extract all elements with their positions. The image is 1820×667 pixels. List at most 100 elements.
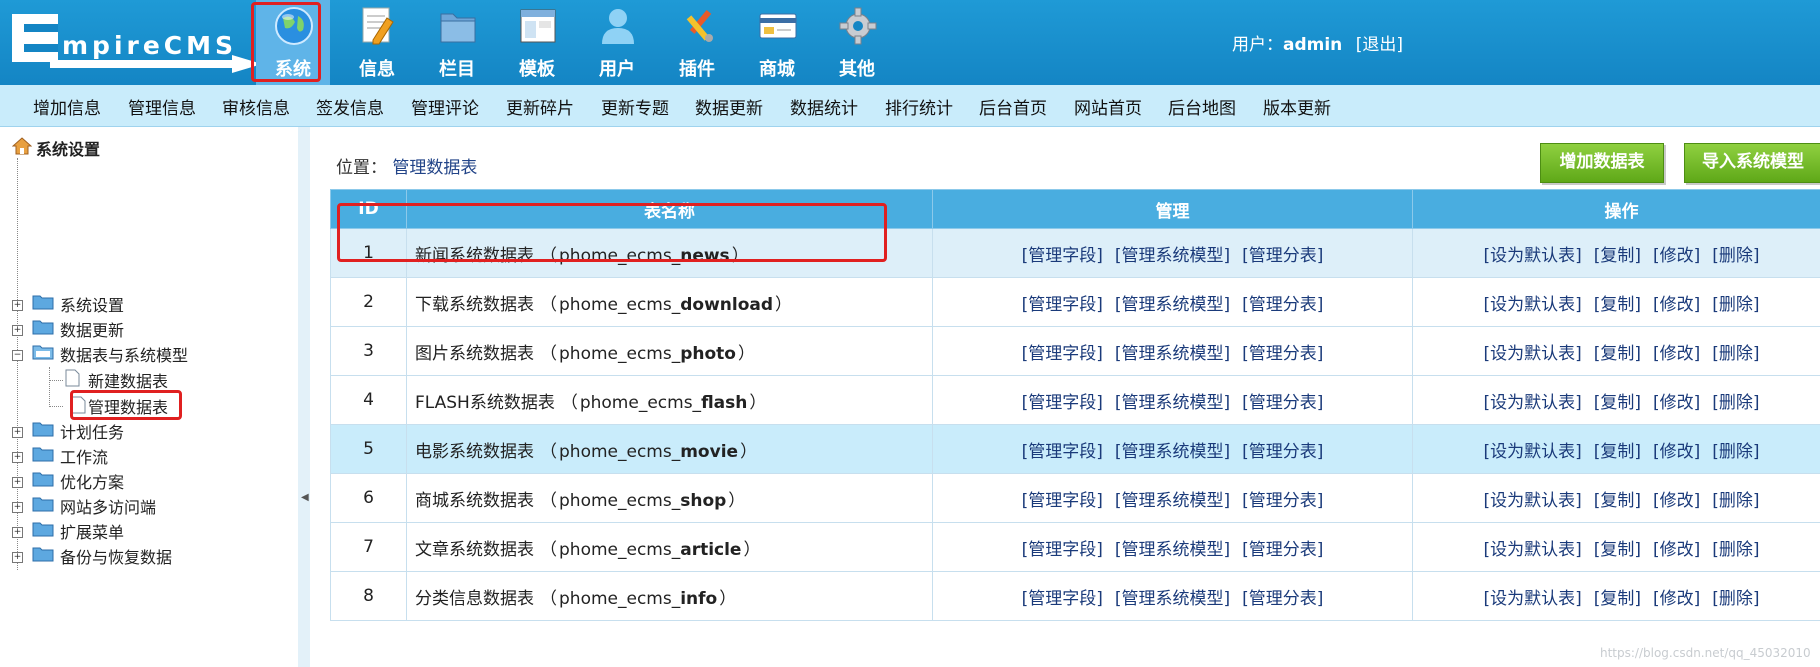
expand-toggle[interactable]: + — [12, 452, 23, 463]
subnav-version-update[interactable]: 版本更新 — [1263, 94, 1331, 119]
edit-link[interactable]: [修改] — [1653, 393, 1700, 413]
manage-model-link[interactable]: [管理系统模型] — [1115, 491, 1230, 511]
set-default-link[interactable]: [设为默认表] — [1483, 295, 1581, 315]
subnav-sign-info[interactable]: 签发信息 — [316, 94, 384, 119]
logout-link[interactable]: [退出] — [1356, 35, 1403, 55]
subnav-add-info[interactable]: 增加信息 — [33, 94, 101, 119]
sidebar-splitter[interactable]: ◀ — [298, 127, 310, 667]
subnav-admin-map[interactable]: 后台地图 — [1168, 94, 1236, 119]
manage-fields-link[interactable]: [管理字段] — [1022, 393, 1103, 413]
nav-item-shop[interactable]: 商城 — [740, 0, 814, 85]
tree-item-extend-menu[interactable]: 扩展菜单 — [60, 519, 124, 542]
copy-link[interactable]: [复制] — [1594, 589, 1641, 609]
manage-fields-link[interactable]: [管理字段] — [1022, 344, 1103, 364]
edit-link[interactable]: [修改] — [1653, 540, 1700, 560]
tree-item-data-update[interactable]: 数据更新 — [60, 317, 124, 340]
manage-subtable-link[interactable]: [管理分表] — [1242, 246, 1323, 266]
manage-subtable-link[interactable]: [管理分表] — [1242, 344, 1323, 364]
delete-link[interactable]: [删除] — [1712, 344, 1759, 364]
subnav-admin-home[interactable]: 后台首页 — [979, 94, 1047, 119]
edit-link[interactable]: [修改] — [1653, 246, 1700, 266]
subnav-comments[interactable]: 管理评论 — [411, 94, 479, 119]
manage-subtable-link[interactable]: [管理分表] — [1242, 540, 1323, 560]
copy-link[interactable]: [复制] — [1594, 393, 1641, 413]
manage-fields-link[interactable]: [管理字段] — [1022, 491, 1103, 511]
copy-link[interactable]: [复制] — [1594, 540, 1641, 560]
subnav-rank-stats[interactable]: 排行统计 — [885, 94, 953, 119]
nav-item-template[interactable]: 模板 — [500, 0, 574, 85]
tree-root[interactable]: 系统设置 — [36, 136, 100, 159]
subnav-review-info[interactable]: 审核信息 — [222, 94, 290, 119]
tree-item-workflow[interactable]: 工作流 — [60, 444, 108, 467]
manage-subtable-link[interactable]: [管理分表] — [1242, 393, 1323, 413]
copy-link[interactable]: [复制] — [1594, 344, 1641, 364]
manage-model-link[interactable]: [管理系统模型] — [1115, 295, 1230, 315]
expand-toggle[interactable]: + — [12, 527, 23, 538]
set-default-link[interactable]: [设为默认表] — [1483, 442, 1581, 462]
manage-subtable-link[interactable]: [管理分表] — [1242, 442, 1323, 462]
edit-link[interactable]: [修改] — [1653, 295, 1700, 315]
manage-subtable-link[interactable]: [管理分表] — [1242, 295, 1323, 315]
tree-item-optimization[interactable]: 优化方案 — [60, 469, 124, 492]
edit-link[interactable]: [修改] — [1653, 344, 1700, 364]
subnav-data-stats[interactable]: 数据统计 — [790, 94, 858, 119]
delete-link[interactable]: [删除] — [1712, 491, 1759, 511]
manage-fields-link[interactable]: [管理字段] — [1022, 295, 1103, 315]
subnav-data-update[interactable]: 数据更新 — [695, 94, 763, 119]
copy-link[interactable]: [复制] — [1594, 246, 1641, 266]
manage-subtable-link[interactable]: [管理分表] — [1242, 589, 1323, 609]
expand-toggle[interactable]: + — [12, 325, 23, 336]
subnav-manage-info[interactable]: 管理信息 — [128, 94, 196, 119]
manage-model-link[interactable]: [管理系统模型] — [1115, 344, 1230, 364]
tree-item-scheduled-tasks[interactable]: 计划任务 — [60, 419, 124, 442]
subnav-site-home[interactable]: 网站首页 — [1074, 94, 1142, 119]
expand-toggle[interactable]: + — [12, 502, 23, 513]
delete-link[interactable]: [删除] — [1712, 442, 1759, 462]
delete-link[interactable]: [删除] — [1712, 246, 1759, 266]
edit-link[interactable]: [修改] — [1653, 491, 1700, 511]
manage-model-link[interactable]: [管理系统模型] — [1115, 540, 1230, 560]
edit-link[interactable]: [修改] — [1653, 442, 1700, 462]
copy-link[interactable]: [复制] — [1594, 442, 1641, 462]
subnav-update-topics[interactable]: 更新专题 — [601, 94, 669, 119]
set-default-link[interactable]: [设为默认表] — [1483, 393, 1581, 413]
manage-model-link[interactable]: [管理系统模型] — [1115, 393, 1230, 413]
expand-toggle[interactable]: + — [12, 552, 23, 563]
manage-model-link[interactable]: [管理系统模型] — [1115, 246, 1230, 266]
set-default-link[interactable]: [设为默认表] — [1483, 589, 1581, 609]
manage-fields-link[interactable]: [管理字段] — [1022, 246, 1103, 266]
expand-toggle[interactable]: + — [12, 300, 23, 311]
nav-item-column[interactable]: 栏目 — [420, 0, 494, 85]
empirecms-logo[interactable]: mpireCMS — [10, 8, 265, 74]
delete-link[interactable]: [删除] — [1712, 295, 1759, 315]
nav-item-other[interactable]: 其他 — [820, 0, 894, 85]
breadcrumb-link[interactable]: 管理数据表 — [392, 158, 477, 178]
manage-fields-link[interactable]: [管理字段] — [1022, 589, 1103, 609]
tree-item-multi-access[interactable]: 网站多访问端 — [60, 494, 156, 517]
subnav-update-pieces[interactable]: 更新碎片 — [506, 94, 574, 119]
copy-link[interactable]: [复制] — [1594, 295, 1641, 315]
manage-subtable-link[interactable]: [管理分表] — [1242, 491, 1323, 511]
tree-item-tables-models[interactable]: 数据表与系统模型 — [60, 342, 188, 365]
manage-fields-link[interactable]: [管理字段] — [1022, 442, 1103, 462]
collapse-toggle[interactable]: − — [12, 350, 23, 361]
delete-link[interactable]: [删除] — [1712, 589, 1759, 609]
add-table-button[interactable]: 增加数据表 — [1540, 143, 1664, 183]
set-default-link[interactable]: [设为默认表] — [1483, 246, 1581, 266]
manage-model-link[interactable]: [管理系统模型] — [1115, 442, 1230, 462]
expand-toggle[interactable]: + — [12, 477, 23, 488]
tree-item-system-settings[interactable]: 系统设置 — [60, 292, 124, 315]
edit-link[interactable]: [修改] — [1653, 589, 1700, 609]
manage-model-link[interactable]: [管理系统模型] — [1115, 589, 1230, 609]
expand-toggle[interactable]: + — [12, 427, 23, 438]
nav-item-info[interactable]: 信息 — [340, 0, 414, 85]
tree-item-new-table[interactable]: 新建数据表 — [88, 368, 168, 391]
set-default-link[interactable]: [设为默认表] — [1483, 344, 1581, 364]
manage-fields-link[interactable]: [管理字段] — [1022, 540, 1103, 560]
import-model-button[interactable]: 导入系统模型 — [1684, 143, 1820, 183]
delete-link[interactable]: [删除] — [1712, 540, 1759, 560]
copy-link[interactable]: [复制] — [1594, 491, 1641, 511]
nav-item-plugin[interactable]: 插件 — [660, 0, 734, 85]
collapse-arrow-icon[interactable]: ◀ — [301, 492, 309, 503]
set-default-link[interactable]: [设为默认表] — [1483, 491, 1581, 511]
